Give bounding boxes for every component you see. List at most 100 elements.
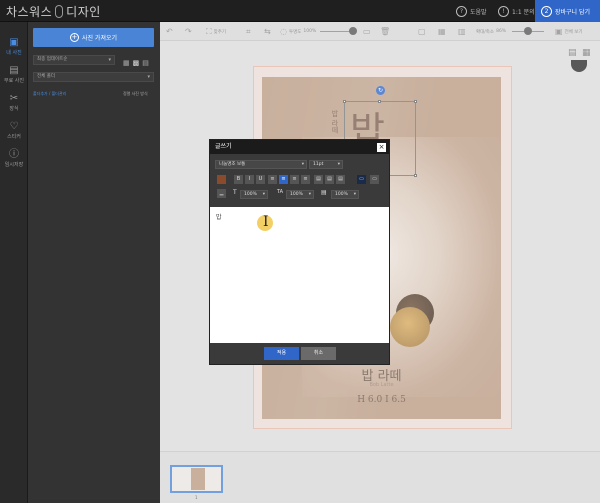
- folder-select-value: 전체 폴더: [37, 74, 55, 79]
- close-button[interactable]: ×: [377, 143, 386, 152]
- bold-button[interactable]: B: [234, 175, 243, 184]
- thumbnail-poster: [191, 468, 205, 490]
- align-center-icon: ≡: [281, 176, 286, 182]
- resize-handle[interactable]: [414, 100, 417, 103]
- align-right-button[interactable]: ≡: [290, 175, 299, 184]
- text-input-area[interactable]: 밥 I: [210, 207, 389, 343]
- nav-item-temp-save[interactable]: ⓘ 임시저장: [0, 148, 28, 172]
- zoom-slider-knob[interactable]: [524, 27, 532, 35]
- list-icon[interactable]: ▤: [142, 59, 152, 67]
- help-button[interactable]: ? 도움말: [450, 0, 493, 22]
- inquiry-button[interactable]: ! 1:1 문의: [492, 0, 541, 22]
- poster-subtitle[interactable]: Bob Latte: [262, 382, 501, 388]
- align-icon: ▢: [418, 27, 426, 36]
- chevron-down-icon: ▾: [262, 192, 265, 197]
- font-size-select[interactable]: 11pt ▾: [309, 160, 343, 169]
- vertical-middle-button[interactable]: ▤: [325, 175, 334, 184]
- align-left-button[interactable]: ≡: [268, 175, 277, 184]
- left-nav: ▣ 내 사진 ▤ 무료 사진 ✂ 장식 ♡ 스티커 ⓘ 임시저장: [0, 22, 28, 503]
- nav-label: 무료 사진: [4, 78, 24, 84]
- folder-select[interactable]: 전체 폴더 ▾: [33, 72, 154, 82]
- sort-select[interactable]: 최종 업데이트순 ▾: [33, 55, 115, 65]
- font-select-value: 나눔명조 보통: [219, 162, 246, 167]
- scale-icon: ▤: [321, 189, 327, 196]
- dialog-header: 글쓰기 ×: [210, 140, 389, 154]
- dialog-title: 글쓰기: [215, 143, 232, 150]
- alert-icon: !: [498, 5, 509, 17]
- redo-button[interactable]: ↷: [185, 22, 192, 41]
- grid-button[interactable]: ▥: [458, 22, 466, 41]
- preview-label: 전체 보기: [564, 29, 583, 35]
- view-toggle[interactable]: ▦▩▤: [123, 59, 152, 67]
- justify-button[interactable]: ≡: [301, 175, 310, 184]
- chevron-down-icon: ▾: [337, 162, 340, 167]
- scale-select[interactable]: 100% ▾: [331, 190, 359, 199]
- grid-icon: ▥: [458, 27, 466, 36]
- flip-icon: ⇆: [264, 27, 271, 36]
- align-button[interactable]: ▢: [418, 22, 426, 41]
- cookie-image[interactable]: [390, 307, 430, 347]
- add-to-cart-button[interactable]: 2 장바구니 담기: [535, 0, 600, 22]
- line-height-value: 100%: [290, 192, 303, 197]
- italic-button[interactable]: I: [245, 175, 254, 184]
- sort-method-link[interactable]: 정렬 사진 방식: [123, 91, 148, 97]
- preview-button[interactable]: ▣ 전체 보기: [555, 22, 583, 41]
- export-icon[interactable]: ▦: [582, 48, 591, 58]
- flip-button[interactable]: ⇆: [264, 22, 271, 41]
- crop-button[interactable]: ⌗: [246, 22, 251, 41]
- nav-item-sticker[interactable]: ♡ 스티커: [0, 120, 28, 144]
- cancel-button[interactable]: 취소: [301, 347, 336, 360]
- nav-item-decor[interactable]: ✂ 장식: [0, 92, 28, 116]
- nav-label: 스티커: [7, 134, 21, 140]
- poster-price[interactable]: H 6.0 I 6.5: [262, 395, 501, 405]
- apply-button[interactable]: 적용: [264, 347, 299, 360]
- page-thumbnail[interactable]: [170, 465, 223, 493]
- text-vertical-button[interactable]: ▭: [357, 175, 366, 184]
- vertical-bottom-button[interactable]: ▤: [336, 175, 345, 184]
- vertical-text-icon: ▭: [359, 176, 364, 182]
- brand-logo[interactable]: 차스워스 디자인: [6, 3, 101, 20]
- vertical-top-button[interactable]: ▤: [314, 175, 323, 184]
- photo-icon: ▣: [9, 37, 19, 48]
- nav-item-free-photos[interactable]: ▤ 무료 사진: [0, 64, 28, 88]
- photo-panel: + 사진 가져오기 최종 업데이트순 ▾ ▦▩▤ 전체 폴더 ▾ 폴더추가 / 폴더…: [28, 22, 160, 503]
- resize-handle[interactable]: [378, 100, 381, 103]
- horizontal-text-icon: ▭: [372, 176, 377, 182]
- resize-handle[interactable]: [343, 100, 346, 103]
- top-bar: 차스워스 디자인 ? 도움말 ! 1:1 문의 2 장바구니 담기: [0, 0, 600, 22]
- align-right-icon: ≡: [292, 176, 297, 182]
- rotate-handle-icon[interactable]: ↻: [376, 86, 385, 95]
- line-height-icon: TA: [277, 189, 284, 195]
- save-icon[interactable]: ▤: [568, 48, 577, 58]
- chevron-down-icon: ▾: [308, 192, 311, 197]
- lock-button[interactable]: ▭: [363, 22, 371, 41]
- grid-view-icon[interactable]: ▩: [133, 59, 143, 67]
- text-content[interactable]: 밥: [216, 212, 222, 221]
- underline-button[interactable]: U: [256, 175, 265, 184]
- chevron-down-icon: ▾: [108, 57, 111, 63]
- font-select[interactable]: 나눔명조 보통 ▾: [215, 160, 307, 169]
- upload-photo-button[interactable]: + 사진 가져오기: [33, 28, 154, 47]
- line-height-select[interactable]: 100% ▾: [286, 190, 314, 199]
- line-tool-button[interactable]: ▁: [217, 189, 226, 198]
- opacity-slider-knob[interactable]: [349, 27, 357, 35]
- align-center-button[interactable]: ≡: [279, 175, 288, 184]
- layer-button[interactable]: ▦: [438, 22, 446, 41]
- letter-spacing-select[interactable]: 100% ▾: [240, 190, 268, 199]
- text-horizontal-button[interactable]: ▭: [370, 175, 379, 184]
- fit-button[interactable]: ⛶ 맞추기: [206, 22, 226, 41]
- zoom-value: 86%: [496, 29, 507, 34]
- text-color-swatch[interactable]: [217, 175, 226, 184]
- justify-icon: ≡: [303, 176, 308, 182]
- resize-handle[interactable]: [414, 174, 417, 177]
- delete-button[interactable]: 🗑: [380, 22, 390, 41]
- undo-button[interactable]: ↶: [166, 22, 173, 41]
- folder-manage-link[interactable]: 폴더추가 / 폴더관리: [33, 91, 66, 97]
- list-view-icon[interactable]: ▦: [123, 59, 133, 67]
- nav-item-my-photos[interactable]: ▣ 내 사진: [0, 36, 28, 60]
- redo-icon: ↷: [185, 27, 192, 36]
- poster-vertical-text[interactable]: 밥 라떼: [330, 110, 340, 133]
- opacity-value: 100%: [303, 29, 317, 34]
- gallery-icon: ▤: [9, 65, 19, 76]
- dialog-footer: 적용 취소: [210, 343, 389, 364]
